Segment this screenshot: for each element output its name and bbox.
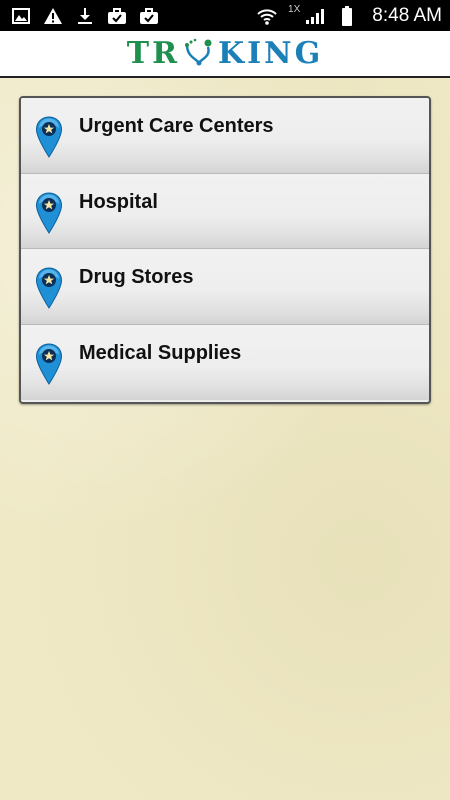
app-screen: 1X 8:48 AM TR KING Urgent Care Centers H…: [0, 0, 450, 800]
list-item-hospital[interactable]: Hospital: [21, 173, 429, 249]
list-item-label: Hospital: [79, 190, 158, 213]
list-item-label: Urgent Care Centers: [79, 115, 274, 137]
signal-icon: [304, 5, 326, 27]
image-icon: [10, 5, 32, 27]
map-pin-star-icon: [35, 191, 63, 234]
list-item-label: Medical Supplies: [79, 341, 242, 364]
briefcase-check-icon: [106, 5, 128, 27]
category-list: Urgent Care Centers Hospital Drug Stores: [19, 96, 431, 404]
stethoscope-icon: [185, 38, 212, 66]
list-item-drug-stores[interactable]: Drug Stores: [21, 249, 429, 325]
map-pin-star-icon: [35, 342, 63, 385]
app-header: TR KING: [0, 31, 450, 78]
download-icon: [74, 5, 96, 27]
network-type-label: 1X: [288, 4, 301, 15]
battery-icon: [336, 5, 358, 27]
logo-text-first: TR: [126, 36, 181, 71]
status-system: 1X 8:48 AM: [256, 4, 442, 27]
map-pin-star-icon: [35, 267, 63, 309]
briefcase-check-icon: [138, 5, 160, 27]
list-item-label: Drug Stores: [79, 266, 194, 288]
wifi-icon: [256, 5, 278, 27]
logo-text-second: KING: [218, 36, 324, 71]
list-item-medical-supplies[interactable]: Medical Supplies: [21, 324, 429, 400]
status-notifications: [10, 5, 160, 27]
clock: 8:48 AM: [372, 4, 442, 26]
app-logo: TR KING: [127, 36, 323, 71]
warning-icon: [42, 5, 64, 27]
map-pin-star-icon: [35, 116, 63, 158]
list-item-urgent-care-centers[interactable]: Urgent Care Centers: [21, 98, 429, 174]
status-bar: 1X 8:48 AM: [0, 0, 450, 31]
